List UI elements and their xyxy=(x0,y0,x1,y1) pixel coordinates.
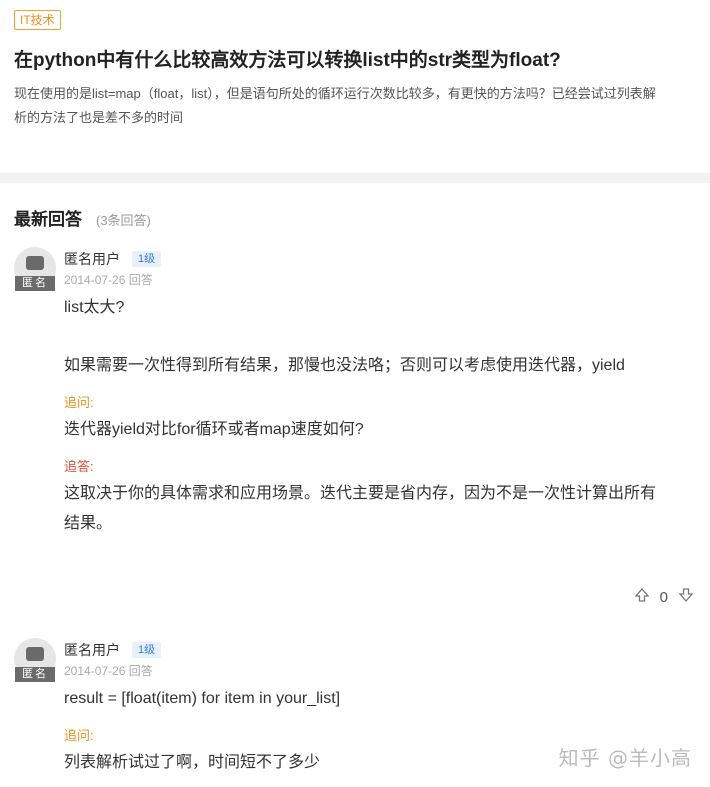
follow-up-question-label: 追问: xyxy=(64,395,94,410)
answer-body: list太大? 如果需要一次性得到所有结果，那慢也没法咯；否则可以考虑使用迭代器… xyxy=(64,293,704,539)
answers-header: 最新回答 (3条回答) xyxy=(0,183,710,243)
answer-date: 2014-07-26 回答 xyxy=(64,664,153,678)
vote-controls: 0 xyxy=(634,587,694,607)
vote-count: 0 xyxy=(659,588,668,606)
answer-date: 2014-07-26 回答 xyxy=(64,273,153,287)
answer-text-line: list太大? xyxy=(64,299,125,316)
upvote-icon[interactable] xyxy=(634,587,650,607)
user-name[interactable]: 匿名用户 xyxy=(64,249,120,269)
user-name[interactable]: 匿名用户 xyxy=(64,640,120,660)
downvote-icon[interactable] xyxy=(678,587,694,607)
anonymous-badge: 匿名 xyxy=(15,276,55,291)
anonymous-badge: 匿名 xyxy=(15,667,55,682)
page: IT技术 在python中有什么比较高效方法可以转换list中的str类型为fl… xyxy=(0,0,710,787)
user-line: 匿名用户 1级 xyxy=(64,640,162,660)
category-tag[interactable]: IT技术 xyxy=(14,10,61,30)
avatar[interactable]: 匿名 xyxy=(14,247,56,291)
follow-up-answer-text: 这取决于你的具体需求和应用场景。迭代主要是省内存，因为不是一次性计算出所有 xyxy=(64,485,657,502)
watermark: 知乎 @羊小高 xyxy=(558,746,692,770)
follow-up-answer-label: 追答: xyxy=(64,459,94,474)
answer-text-line: 如果需要一次性得到所有结果，那慢也没法咯；否则可以考虑使用迭代器，yield xyxy=(64,357,625,374)
question-description: 现在使用的是list=map（float，list），但是语句所处的循环运行次数… xyxy=(14,86,656,125)
avatar[interactable]: 匿名 xyxy=(14,638,56,682)
follow-up-answer-text: 结果。 xyxy=(64,515,113,532)
user-line: 匿名用户 1级 xyxy=(64,249,162,269)
question-section: IT技术 在python中有什么比较高效方法可以转换list中的str类型为fl… xyxy=(0,0,710,173)
answers-count: (3条回答) xyxy=(96,213,151,228)
user-level-badge: 1级 xyxy=(132,642,162,658)
answer-text-line: result = [float(item) for item in your_l… xyxy=(64,690,341,707)
question-title: 在python中有什么比较高效方法可以转换list中的str类型为float? xyxy=(14,50,561,71)
section-divider xyxy=(0,173,710,183)
answers-title: 最新回答 xyxy=(14,210,82,229)
user-level-badge: 1级 xyxy=(132,251,162,267)
follow-up-question-text: 迭代器yield对比for循环或者map速度如何? xyxy=(64,421,364,438)
answer-item: 匿名 匿名用户 1级 2014-07-26 回答 list太大? 如果需要一次性… xyxy=(0,247,710,627)
